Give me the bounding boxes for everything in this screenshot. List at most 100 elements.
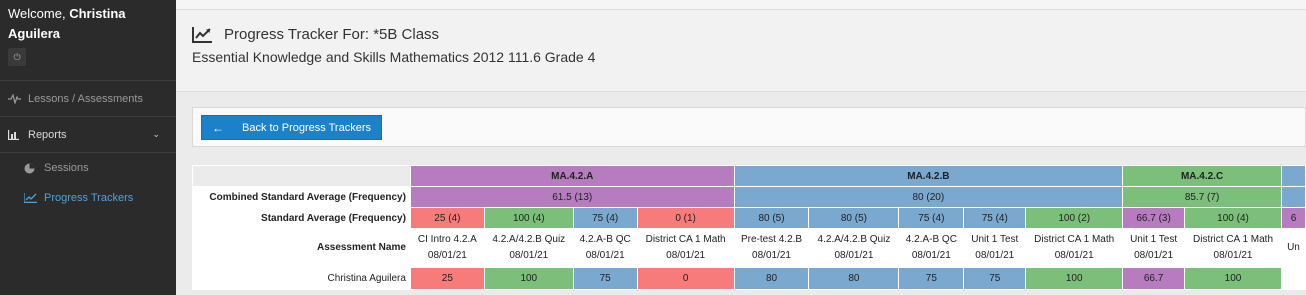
assessment-name: CI Intro 4.2.A — [417, 234, 477, 245]
score-cell[interactable]: 80 — [733, 267, 810, 290]
assessment-date: 08/01/21 — [1213, 250, 1253, 261]
assessment-name-cell[interactable]: Pre-test 4.2.B 08/01/21 — [733, 228, 810, 268]
sidebar: Welcome, Christina Aguilera ⏻ Lessons / … — [0, 0, 176, 295]
assessment-name: Unit 1 Test — [1130, 234, 1178, 245]
assessment-date: 08/01/21 — [834, 250, 874, 261]
score-cell[interactable]: 80 — [808, 267, 900, 290]
score-cell[interactable]: 100 — [483, 267, 574, 290]
standard-header: MA.4.2.A — [409, 165, 735, 187]
top-bar — [176, 0, 1306, 10]
standard-header: MA.4.2.B — [733, 165, 1124, 187]
arrow-left-icon: ← — [212, 120, 224, 135]
score-cell[interactable]: 25 — [409, 267, 485, 290]
assessment-name: District CA 1 Math — [1034, 234, 1115, 245]
assessment-name: 4.2.A/4.2.B Quiz — [817, 234, 891, 245]
row-label-assessment: Assessment Name — [192, 228, 411, 268]
assessment-name: Unit 1 Test — [971, 234, 1019, 245]
combined-average-cell — [1280, 186, 1306, 208]
assessment-date: 08/01/21 — [752, 250, 791, 261]
student-name[interactable]: Christina Aguilera — [192, 267, 411, 290]
sidebar-item-reports[interactable]: Reports ⌄ — [0, 117, 176, 153]
standard-average-cell: 75 (4) — [898, 207, 965, 229]
page-subtitle: Essential Knowledge and Skills Mathemati… — [192, 49, 596, 65]
progress-table: MA.4.2.A MA.4.2.B MA.4.2.C Combined Stan… — [192, 165, 1306, 290]
pie-chart-icon — [24, 163, 38, 174]
welcome-text: Welcome, Christina Aguilera — [0, 0, 176, 44]
assessment-date: 08/01/21 — [666, 250, 706, 261]
toolbar: ← Back to Progress Trackers — [192, 107, 1306, 147]
sidebar-item-label: Lessons / Assessments — [28, 92, 143, 105]
standard-header — [1280, 165, 1306, 187]
assessment-date: 08/01/21 — [585, 250, 625, 261]
assessment-date: 08/01/21 — [1054, 250, 1094, 261]
standard-header: MA.4.2.C — [1122, 165, 1282, 187]
bar-chart-icon — [8, 129, 22, 140]
assessment-name-cell[interactable]: Unit 1 Test 08/01/21 — [963, 228, 1027, 268]
standard-average-cell: 80 (5) — [733, 207, 810, 229]
assessment-name-cell[interactable]: Unit 1 Test 08/01/21 — [1122, 228, 1186, 268]
row-label-standard: Standard Average (Frequency) — [192, 207, 411, 229]
score-cell[interactable]: 0 — [636, 267, 735, 290]
sidebar-item-lessons[interactable]: Lessons / Assessments — [0, 81, 176, 117]
row-label-combined: Combined Standard Average (Frequency) — [192, 186, 411, 208]
sidebar-item-progress-trackers[interactable]: Progress Trackers — [0, 183, 176, 213]
standard-average-cell: 100 (4) — [1184, 207, 1282, 229]
standard-average-cell: 80 (5) — [808, 207, 900, 229]
assessment-name-cell[interactable]: 4.2.A/4.2.B Quiz 08/01/21 — [483, 228, 574, 268]
score-cell[interactable]: 100 — [1025, 267, 1124, 290]
assessment-name-cell[interactable]: District CA 1 Math 08/01/21 — [1184, 228, 1282, 268]
assessment-name: District CA 1 Math — [645, 234, 726, 245]
assessment-date: 08/01/21 — [1134, 250, 1174, 261]
page-title: Progress Tracker For: *5B Class — [224, 26, 440, 43]
standard-average-cell: 100 (2) — [1025, 207, 1124, 229]
sidebar-item-sessions[interactable]: Sessions — [0, 153, 176, 183]
assessment-name-cell[interactable]: Un — [1280, 228, 1306, 268]
welcome-prefix: Welcome, — [8, 6, 66, 21]
assessment-date: 08/01/21 — [427, 250, 467, 261]
assessment-name-cell[interactable]: 4.2.A/4.2.B Quiz 08/01/21 — [808, 228, 900, 268]
score-cell[interactable]: 75 — [898, 267, 965, 290]
assessment-name-cell[interactable]: 4.2.A-B QC 08/01/21 — [572, 228, 638, 268]
standard-average-cell: 25 (4) — [409, 207, 485, 229]
sidebar-item-label: Progress Trackers — [44, 192, 134, 204]
score-cell[interactable]: 100 — [1184, 267, 1282, 290]
assessment-name-cell[interactable]: District CA 1 Math 08/01/21 — [1025, 228, 1124, 268]
combined-average-cell: 61.5 (13) — [409, 186, 735, 208]
line-chart-icon — [24, 193, 38, 203]
assessment-name-cell[interactable]: District CA 1 Math 08/01/21 — [636, 228, 735, 268]
standard-average-cell: 75 (4) — [963, 207, 1027, 229]
score-cell[interactable]: 75 — [572, 267, 638, 290]
combined-average-cell: 80 (20) — [733, 186, 1124, 208]
pulse-icon — [8, 93, 22, 104]
sidebar-item-label: Sessions — [44, 162, 89, 174]
assessment-name: Un — [1287, 242, 1300, 253]
back-to-progress-trackers-button[interactable]: ← Back to Progress Trackers — [201, 115, 382, 140]
assessment-name: 4.2.A-B QC — [579, 234, 631, 245]
line-chart-icon — [192, 26, 212, 43]
assessment-name: Pre-test 4.2.B — [740, 234, 803, 245]
assessment-date: 08/01/21 — [911, 250, 951, 261]
back-button-label: Back to Progress Trackers — [242, 121, 371, 134]
main-content: Progress Tracker For: *5B Class Essentia… — [176, 0, 1306, 295]
standard-average-cell: 100 (4) — [483, 207, 574, 229]
score-cell[interactable]: 66.7 — [1122, 267, 1186, 290]
logout-power-icon[interactable]: ⏻ — [8, 48, 26, 66]
standard-average-cell: 0 (1) — [636, 207, 735, 229]
score-cell[interactable]: 75 — [963, 267, 1027, 290]
header-blank-cell — [192, 165, 411, 187]
assessment-name-cell[interactable]: 4.2.A-B QC 08/01/21 — [898, 228, 965, 268]
assessment-date: 08/01/21 — [509, 250, 549, 261]
sidebar-item-label: Reports — [28, 128, 67, 141]
assessment-name-cell[interactable]: CI Intro 4.2.A 08/01/21 — [409, 228, 485, 268]
assessment-name: 4.2.A/4.2.B Quiz — [492, 234, 566, 245]
standard-average-cell: 6 — [1280, 207, 1306, 229]
assessment-name: 4.2.A-B QC — [905, 234, 957, 245]
standard-average-cell: 75 (4) — [572, 207, 638, 229]
assessment-name: District CA 1 Math — [1193, 234, 1274, 245]
assessment-date: 08/01/21 — [975, 250, 1015, 261]
standard-average-cell: 66.7 (3) — [1122, 207, 1186, 229]
combined-average-cell: 85.7 (7) — [1122, 186, 1282, 208]
chevron-down-icon: ⌄ — [152, 129, 160, 139]
page-header: Progress Tracker For: *5B Class Essentia… — [176, 10, 1306, 92]
score-cell[interactable] — [1280, 267, 1306, 290]
